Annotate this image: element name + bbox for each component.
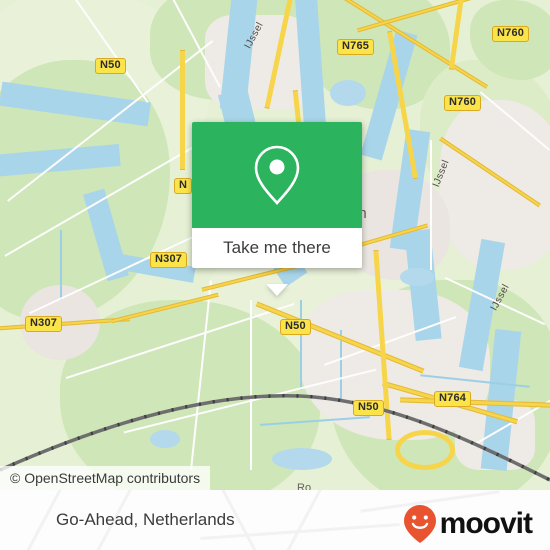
take-me-there-label: Take me there (223, 238, 331, 257)
moovit-smiley-pin-icon (403, 505, 436, 543)
road-shield-n307: N307 (25, 316, 63, 332)
map-canvas[interactable]: IJssel IJssel IJssel en Ro N50 N765 N760… (0, 0, 550, 490)
map-pin-icon (254, 145, 300, 205)
road-shield-n760: N760 (492, 26, 530, 42)
road-shield-n765: N765 (337, 39, 375, 55)
road-shield-partial: N (174, 178, 193, 194)
osm-attribution[interactable]: © OpenStreetMap contributors (0, 466, 211, 490)
road-shield-n307: N307 (150, 252, 188, 268)
road-shield-n764: N764 (434, 391, 472, 407)
road-shield-n760: N760 (444, 95, 482, 111)
card-pointer (266, 284, 288, 296)
road-shield-n50: N50 (353, 400, 384, 416)
moovit-wordmark: moovit (439, 507, 533, 540)
card-pin-area (192, 122, 362, 228)
road-shield-n50: N50 (95, 58, 126, 74)
road-shield-n50: N50 (280, 319, 311, 335)
card-action-area[interactable]: Take me there (192, 228, 362, 268)
footer-title: Go-Ahead, Netherlands (56, 510, 235, 529)
take-me-there-card[interactable]: Take me there (192, 122, 362, 296)
footer-bar: Go-Ahead, Netherlands moovit (0, 490, 550, 550)
moovit-brand-logo[interactable]: moovit (403, 504, 533, 544)
moovit-map-screen: IJssel IJssel IJssel en Ro N50 N765 N760… (0, 0, 550, 550)
